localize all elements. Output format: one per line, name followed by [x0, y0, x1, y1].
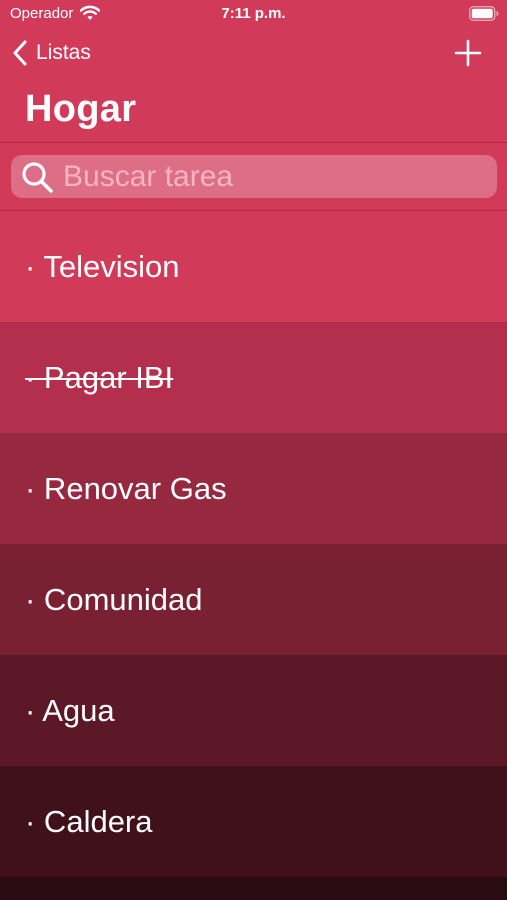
- chevron-left-icon: [13, 40, 27, 66]
- task-label: · Pagar IBI: [25, 359, 174, 395]
- task-label: · Renovar Gas: [25, 470, 227, 506]
- task-label: · Comunidad: [25, 581, 203, 617]
- status-time: 7:11 p.m.: [221, 5, 286, 22]
- task-label: · Television: [25, 248, 180, 284]
- plus-icon[interactable]: [452, 37, 484, 69]
- task-label: · Caldera: [25, 803, 153, 839]
- task-row[interactable]: · Television: [0, 211, 507, 322]
- search-input[interactable]: [63, 155, 483, 198]
- task-list: · Television · Pagar IBI · Renovar Gas ·…: [0, 211, 507, 877]
- battery-icon: [469, 6, 499, 21]
- list-bottom-area: [0, 877, 507, 900]
- task-row[interactable]: · Comunidad: [0, 544, 507, 655]
- task-row[interactable]: · Caldera: [0, 766, 507, 877]
- task-label: · Agua: [25, 692, 115, 728]
- task-row[interactable]: · Renovar Gas: [0, 433, 507, 544]
- header: Operador 7:11 p.m. Listas Hogar: [0, 0, 507, 211]
- back-button-label: Listas: [36, 41, 91, 64]
- header-divider: [0, 142, 507, 143]
- app-screen: Operador 7:11 p.m. Listas Hogar Buscar t…: [0, 0, 507, 900]
- search-icon: [22, 162, 53, 193]
- task-row-completed[interactable]: · Pagar IBI: [0, 322, 507, 433]
- search-bar[interactable]: [11, 155, 497, 198]
- page-title: Hogar: [25, 88, 137, 130]
- task-row[interactable]: · Agua: [0, 655, 507, 766]
- status-bar: Operador 7:11 p.m.: [0, 0, 507, 28]
- back-button[interactable]: Listas: [12, 36, 91, 70]
